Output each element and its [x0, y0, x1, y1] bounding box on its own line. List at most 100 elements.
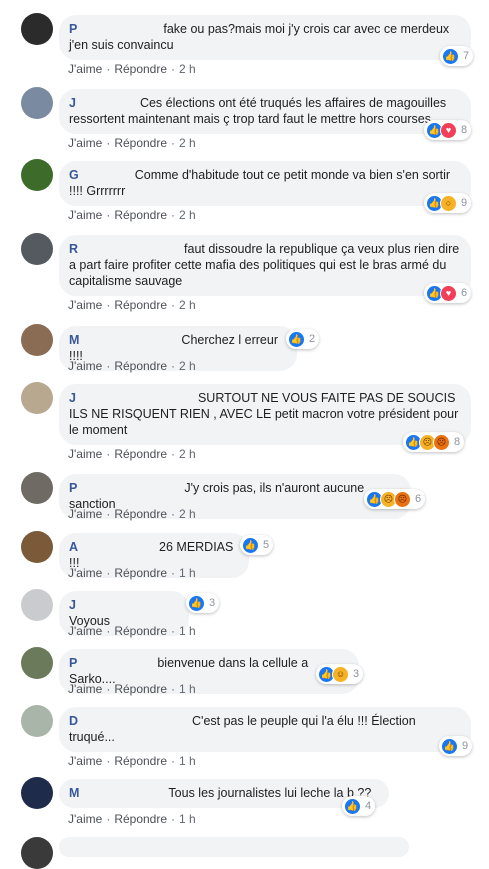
reply-button[interactable]: Répondre [114, 754, 167, 768]
reaction-summary[interactable]: 👍 4 [342, 796, 376, 816]
comment-author[interactable]: D [69, 714, 78, 728]
like-button[interactable]: J'aime [68, 682, 102, 696]
comment-author[interactable]: J [69, 96, 76, 110]
timestamp[interactable]: 1 h [179, 682, 196, 696]
reply-button[interactable]: Répondre [114, 624, 167, 638]
comment-author[interactable]: M [69, 786, 79, 800]
comment-author[interactable]: G [69, 168, 79, 182]
reply-button[interactable]: Répondre [114, 62, 167, 76]
like-button[interactable]: J'aime [68, 566, 102, 580]
reaction-count: 3 [209, 597, 216, 609]
reply-button[interactable]: Répondre [114, 447, 167, 461]
avatar[interactable] [21, 159, 53, 191]
avatar[interactable] [21, 837, 53, 869]
reaction-count: 6 [461, 287, 468, 299]
reaction-count: 8 [461, 124, 468, 136]
like-button[interactable]: J'aime [68, 754, 102, 768]
reaction-summary[interactable]: 👍 ○ 9 [424, 193, 472, 213]
comment-bubble: D C'est pas le peuple qui l'a élu !!! Éle… [59, 707, 471, 752]
comment-author[interactable]: R [69, 242, 78, 256]
timestamp[interactable]: 2 h [179, 359, 196, 373]
comment-author[interactable]: M [69, 333, 79, 347]
timestamp[interactable]: 2 h [179, 208, 196, 222]
separator-dot: · [106, 359, 111, 373]
comment-text: Tous les journalistes lui leche la b ?? [168, 786, 372, 800]
like-button[interactable]: J'aime [68, 136, 102, 150]
reply-button[interactable]: Répondre [114, 812, 167, 826]
timestamp[interactable]: 2 h [179, 447, 196, 461]
timestamp[interactable]: 2 h [179, 62, 196, 76]
thumbs-up-icon: 👍 [242, 536, 259, 554]
timestamp[interactable]: 2 h [179, 136, 196, 150]
comment-bubble [59, 837, 409, 857]
reply-button[interactable]: Répondre [114, 566, 167, 580]
avatar[interactable] [21, 87, 53, 119]
comment-author[interactable]: J [69, 391, 76, 405]
reaction-summary[interactable]: 👍 5 [240, 535, 274, 555]
reply-button[interactable]: Répondre [114, 359, 167, 373]
reply-button[interactable]: Répondre [114, 298, 167, 312]
separator-dot: · [171, 208, 176, 222]
avatar[interactable] [21, 233, 53, 265]
like-button[interactable]: J'aime [68, 507, 102, 521]
heart-icon: ♥ [440, 121, 457, 139]
like-button[interactable]: J'aime [68, 62, 102, 76]
timestamp[interactable]: 2 h [179, 507, 196, 521]
reaction-summary[interactable]: 👍 2 [286, 329, 320, 349]
comment-author[interactable]: J [69, 598, 76, 612]
comment-actions: J'aime · Répondre · 2 h [68, 446, 196, 462]
timestamp[interactable]: 1 h [179, 754, 196, 768]
separator-dot: · [106, 298, 111, 312]
comment-text: faut dissoudre la republique ça veux plu… [69, 242, 460, 288]
reaction-summary[interactable]: 👍 ♥ 6 [424, 283, 472, 303]
comment-actions: J'aime · Répondre · 1 h [68, 681, 196, 697]
like-button[interactable]: J'aime [68, 447, 102, 461]
avatar[interactable] [21, 705, 53, 737]
like-button[interactable]: J'aime [68, 208, 102, 222]
timestamp[interactable]: 1 h [179, 624, 196, 638]
reply-button[interactable]: Répondre [114, 507, 167, 521]
comment-actions: J'aime · Répondre · 1 h [68, 811, 196, 827]
avatar[interactable] [21, 589, 53, 621]
timestamp[interactable]: 2 h [179, 298, 196, 312]
avatar[interactable] [21, 324, 53, 356]
comment-author[interactable]: P [69, 481, 77, 495]
reaction-summary[interactable]: 👍 3 [186, 593, 220, 613]
like-button[interactable]: J'aime [68, 359, 102, 373]
avatar[interactable] [21, 382, 53, 414]
separator-dot: · [171, 359, 176, 373]
reaction-summary[interactable]: 👍 7 [440, 46, 474, 66]
comment-author[interactable]: P [69, 22, 77, 36]
avatar[interactable] [21, 777, 53, 809]
separator-dot: · [106, 136, 111, 150]
comment-bubble: Pfake ou pas?mais moi j'y crois car avec… [59, 15, 471, 60]
comment-author[interactable]: P [69, 656, 77, 670]
reply-button[interactable]: Répondre [114, 208, 167, 222]
thumbs-up-icon: 👍 [441, 737, 458, 755]
timestamp[interactable]: 1 h [179, 812, 196, 826]
like-button[interactable]: J'aime [68, 298, 102, 312]
reaction-summary[interactable]: 👍 ☺ 3 [316, 664, 364, 684]
avatar[interactable] [21, 647, 53, 679]
reaction-summary[interactable]: 👍 ♥ 8 [424, 120, 472, 140]
like-button[interactable]: J'aime [68, 812, 102, 826]
timestamp[interactable]: 1 h [179, 566, 196, 580]
reaction-summary[interactable]: 👍 ☹ ☹ 8 [403, 432, 465, 452]
comment-text: fake ou pas?mais moi j'y crois car avec … [69, 22, 450, 52]
avatar[interactable] [21, 13, 53, 45]
reaction-summary[interactable]: 👍 ☹ ☹ 6 [364, 489, 426, 509]
comment-author[interactable]: A [69, 540, 78, 554]
reply-button[interactable]: Répondre [114, 682, 167, 696]
avatar[interactable] [21, 531, 53, 563]
separator-dot: · [171, 682, 176, 696]
reaction-count: 2 [309, 333, 316, 345]
avatar[interactable] [21, 472, 53, 504]
reaction-summary[interactable]: 👍 9 [439, 736, 473, 756]
comment-actions: J'aime · Répondre · 2 h [68, 358, 196, 374]
like-button[interactable]: J'aime [68, 624, 102, 638]
haha-face-icon: ☺ [332, 665, 349, 683]
comment-actions: J'aime · Répondre · 2 h [68, 506, 196, 522]
reply-button[interactable]: Répondre [114, 136, 167, 150]
separator-dot: · [171, 136, 176, 150]
separator-dot: · [171, 624, 176, 638]
